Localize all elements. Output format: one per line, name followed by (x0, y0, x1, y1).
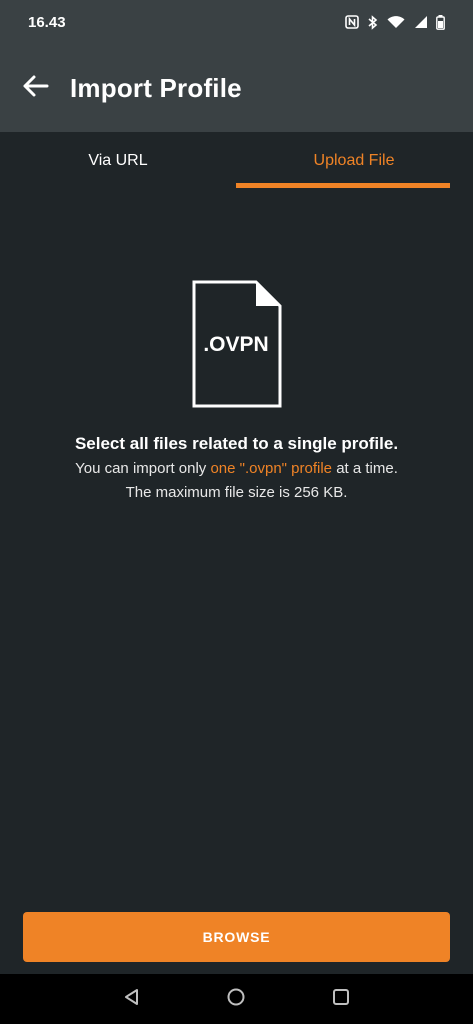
instruction-line-1-suffix: at a time. (332, 460, 398, 477)
instruction-headline: Select all files related to a single pro… (74, 434, 399, 453)
instruction-line-1: You can import only one ".ovpn" profile … (0, 460, 473, 477)
tab-upload-file[interactable]: Upload File (236, 132, 472, 190)
browse-button[interactable]: BROWSE (23, 912, 450, 962)
triangle-back-icon (123, 988, 141, 1011)
instruction-line-1-prefix: You can import only (75, 460, 211, 477)
tab-via-url[interactable]: Via URL (0, 132, 236, 190)
bluetooth-icon (367, 14, 379, 30)
nav-home-button[interactable] (216, 979, 256, 1019)
page-title: Import Profile (70, 72, 242, 103)
arrow-left-icon (21, 74, 49, 103)
status-time: 16.43 (28, 13, 66, 31)
square-recents-icon (332, 988, 350, 1011)
app-bar: Import Profile (0, 44, 473, 132)
back-button[interactable] (0, 44, 70, 132)
ovpn-profile-link[interactable]: one ".ovpn" profile (210, 460, 332, 477)
status-bar: 16.43 (0, 0, 473, 44)
system-navigation-bar (0, 974, 473, 1024)
wifi-icon (387, 15, 405, 29)
tab-bar: Via URL Upload File (0, 132, 473, 190)
nav-back-button[interactable] (112, 979, 152, 1019)
circle-home-icon (226, 987, 246, 1012)
battery-icon (436, 14, 445, 30)
signal-icon (413, 15, 428, 29)
nfc-icon (345, 15, 359, 29)
nav-recents-button[interactable] (321, 979, 361, 1019)
status-icons (345, 14, 445, 30)
import-profile-screen: 16.43 Import Profile Via URL Upload File… (0, 0, 473, 1024)
file-icon-label: .OVPN (203, 333, 269, 356)
instruction-line-2: The maximum file size is 256 KB. (125, 484, 348, 501)
